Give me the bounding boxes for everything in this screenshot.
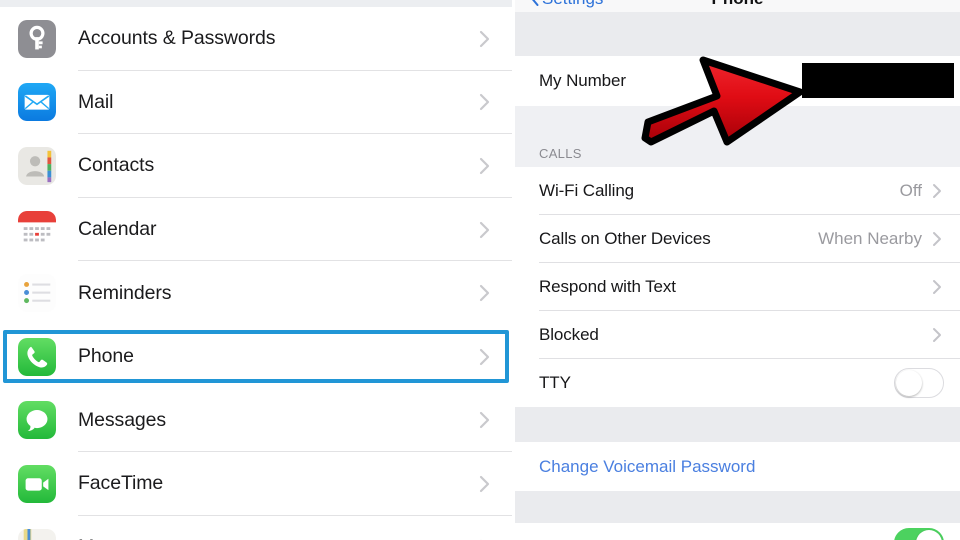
sidebar-item-calendar[interactable]: Calendar [0,197,512,262]
sidebar-item-label: Calendar [78,218,157,241]
reminders-icon [18,274,56,313]
sidebar-item-label: Accounts & Passwords [78,27,276,50]
sidebar-item-phone[interactable]: Phone [0,324,512,389]
chevron-right-icon [479,221,490,239]
navigation-bar: Settings Phone [515,0,960,12]
sidebar-item-reminders[interactable]: Reminders [0,261,512,325]
chevron-right-icon [932,327,942,343]
sidebar-item-mail[interactable]: Mail [0,70,512,135]
bottom-partial-row[interactable] [515,523,960,540]
sidebar-item-label: Mail [78,90,114,113]
row-blocked[interactable]: Blocked [515,311,960,359]
change-voicemail-password-link[interactable]: Change Voicemail Password [539,457,755,477]
messages-icon [18,401,56,440]
chevron-right-icon [932,279,942,295]
maps-icon [18,528,56,540]
sidebar-item-facetime[interactable]: FaceTime [0,452,512,516]
toggle-knob [916,530,942,540]
sidebar-item-label: Messages [78,408,167,431]
row-calls-on-other-devices[interactable]: Calls on Other Devices When Nearby [515,215,960,263]
sidebar-item-label: FaceTime [78,472,164,495]
voicemail-card: Change Voicemail Password [515,442,960,491]
left-panel-top-strip [0,0,512,7]
sidebar-item-label: Reminders [78,281,172,304]
facetime-icon [18,464,56,503]
phone-settings-panel: Settings Phone My Number CALLS Wi-Fi Cal… [515,0,960,540]
calls-other-devices-label: Calls on Other Devices [539,229,711,248]
calls-other-devices-value: When Nearby [818,229,922,248]
mail-icon [18,83,56,122]
screenshot-root: Accounts & Passwords Mail Contacts Calen… [0,0,960,540]
sidebar-item-label: Contacts [78,154,155,177]
blocked-label: Blocked [539,325,599,344]
sidebar-item-accounts-passwords[interactable]: Accounts & Passwords [0,7,512,71]
chevron-right-icon [479,348,490,366]
contacts-icon [18,146,56,185]
tty-label: TTY [539,373,571,392]
my-number-label: My Number [539,71,626,90]
chevron-right-icon [932,183,942,199]
chevron-right-icon [479,157,490,175]
sidebar-item-maps[interactable]: Maps [0,515,512,540]
row-wifi-calling[interactable]: Wi-Fi Calling Off [515,167,960,215]
calls-card: Wi-Fi Calling Off Calls on Other Devices… [515,167,960,407]
wifi-calling-value: Off [899,181,922,200]
row-tty[interactable]: TTY [515,359,960,407]
phone-icon [18,337,56,376]
chevron-right-icon [479,475,490,493]
key-icon [18,19,56,58]
sidebar-item-label: Maps [78,536,125,540]
row-change-voicemail-password[interactable]: Change Voicemail Password [515,442,960,491]
toggle-knob [896,370,922,396]
tty-toggle[interactable] [894,368,944,398]
chevron-right-icon [932,231,942,247]
calendar-icon [18,210,56,249]
chevron-right-icon [479,93,490,111]
respond-with-text-label: Respond with Text [539,277,676,296]
settings-list-panel: Accounts & Passwords Mail Contacts Calen… [0,0,512,540]
row-respond-with-text[interactable]: Respond with Text [515,263,960,311]
sidebar-item-messages[interactable]: Messages [0,388,512,453]
calls-section-header-label: CALLS [539,146,582,161]
section-gap-bottom [515,491,960,523]
chevron-right-icon [479,30,490,48]
chevron-right-icon [479,284,490,302]
section-gap-middle [515,407,960,442]
bottom-row-toggle[interactable] [894,528,944,540]
sidebar-item-contacts[interactable]: Contacts [0,134,512,198]
black-redaction-bar [802,63,954,98]
settings-list: Accounts & Passwords Mail Contacts Calen… [0,7,512,540]
chevron-right-icon [479,411,490,429]
wifi-calling-label: Wi-Fi Calling [539,181,635,200]
page-title: Phone [515,0,960,9]
section-gap-top [515,12,960,56]
sidebar-item-label: Phone [78,345,134,368]
